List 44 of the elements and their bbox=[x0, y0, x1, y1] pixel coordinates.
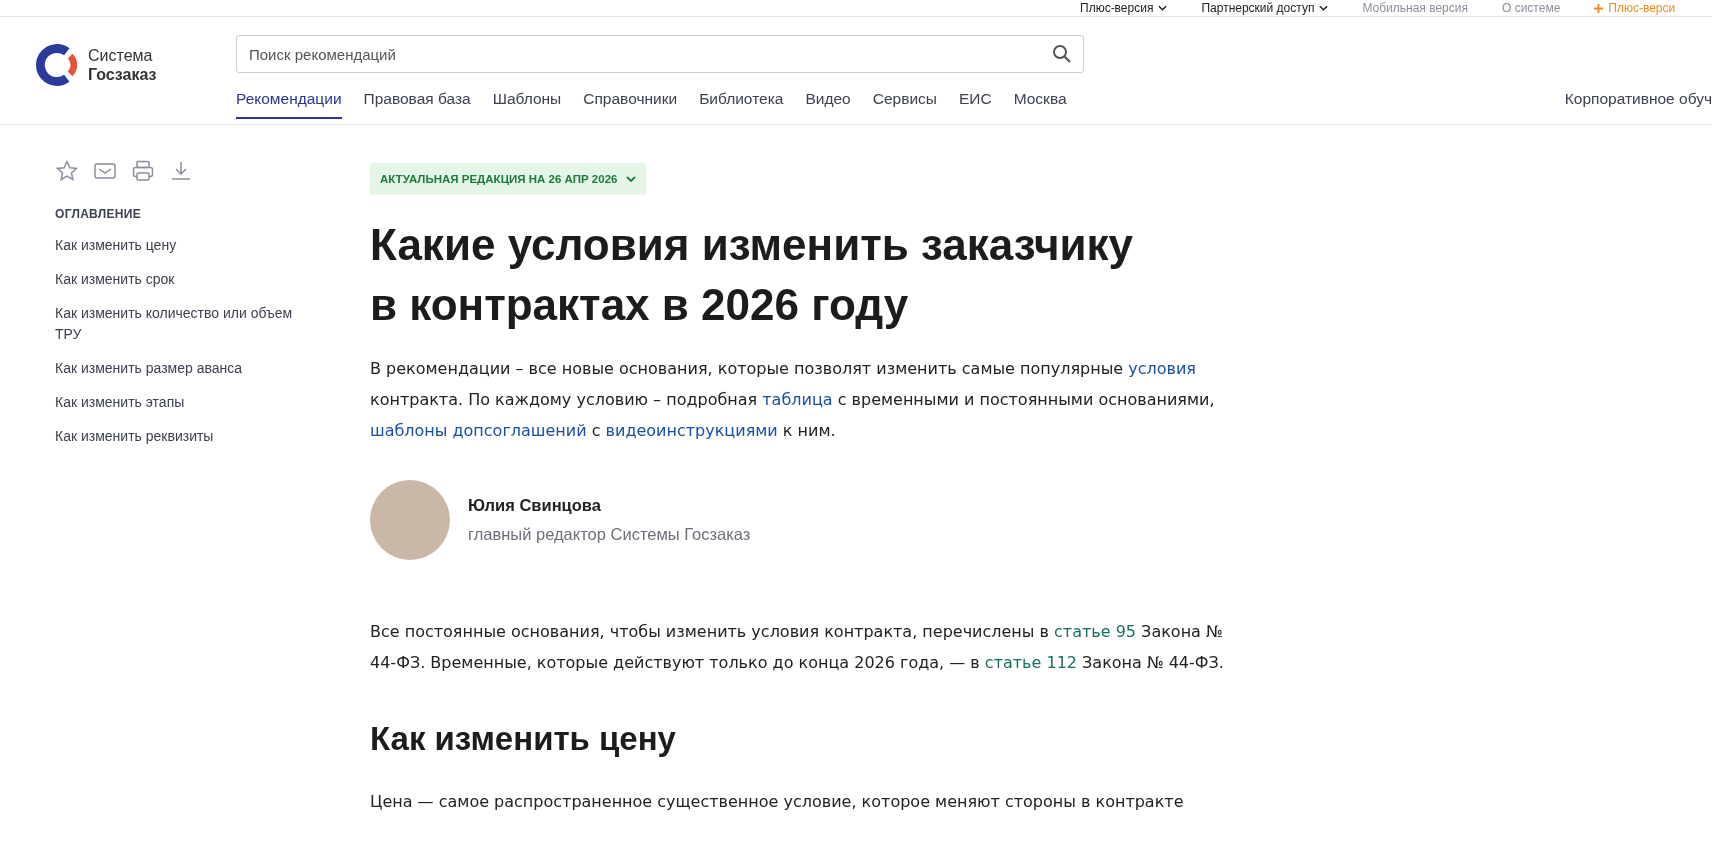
logo-icon bbox=[36, 43, 80, 87]
section-heading: Как изменить цену bbox=[370, 720, 677, 758]
nav-tab[interactable]: Рекомендации bbox=[236, 84, 342, 119]
law-paragraph: Все постоянные основания, чтобы изменить условия контракта, перечислены в статье 95 Закона № 44-ФЗ. Временные, которые действуют только до конца 2026 года, — в статье 112 Закона № 44-ФЗ. bbox=[370, 621, 1225, 674]
nav-tab[interactable]: Справочники bbox=[583, 84, 678, 119]
nav-link[interactable]: Корпоративное обуч bbox=[1564, 84, 1712, 119]
star-icon[interactable] bbox=[55, 159, 79, 183]
nav-tab[interactable]: Шаблоны bbox=[492, 84, 562, 119]
author-role: главный редактор Системы Госзаказ bbox=[468, 525, 751, 544]
edition-dropdown[interactable]: АКТУАЛЬНАЯ РЕДАКЦИЯ НА 26 АПР 2026 bbox=[370, 163, 647, 195]
caret-icon bbox=[626, 176, 637, 182]
caret-icon bbox=[1319, 5, 1329, 11]
download-icon[interactable] bbox=[169, 159, 193, 183]
text-link[interactable]: статье 112 bbox=[984, 653, 1077, 672]
search-field[interactable]: Поиск рекомендаций bbox=[236, 35, 1084, 73]
article-title: Какие условия изменить заказчику в контрактах в 2026 году bbox=[370, 219, 1135, 331]
top-link[interactable]: Плюс-версия bbox=[1080, 1, 1168, 15]
text-link[interactable]: шаблоны допсоглашений bbox=[370, 421, 587, 440]
toc-link[interactable]: Как изменить цену bbox=[55, 235, 315, 256]
nav-tab[interactable]: ЕИС bbox=[958, 84, 992, 119]
toc-link[interactable]: Как изменить этапы bbox=[55, 392, 315, 413]
nav-tab[interactable]: Москва bbox=[1013, 84, 1067, 119]
caret-icon bbox=[1158, 5, 1168, 11]
nav-tab[interactable]: Видео bbox=[805, 84, 851, 119]
text-link[interactable]: статье 95 bbox=[1054, 622, 1137, 641]
toc-link[interactable]: Как изменить реквизиты bbox=[55, 426, 315, 447]
nav-tab[interactable]: Библиотека bbox=[699, 84, 784, 119]
text-link[interactable]: таблица bbox=[762, 390, 833, 409]
print-icon[interactable] bbox=[131, 159, 155, 183]
plus-icon bbox=[1594, 3, 1604, 13]
author-name[interactable]: Юлия Свинцова bbox=[468, 496, 751, 515]
nav-tab[interactable]: Сервисы bbox=[872, 84, 937, 119]
logo[interactable]: Система Госзаказ bbox=[36, 35, 236, 95]
toc-link[interactable]: Как изменить количество или объем ТРУ bbox=[55, 303, 315, 345]
nav-tab[interactable]: Правовая база bbox=[363, 84, 471, 119]
toc-link[interactable]: Как изменить размер аванса bbox=[55, 358, 315, 379]
toc-heading: ОГЛАВЛЕНИЕ bbox=[55, 207, 142, 221]
top-link[interactable]: Партнерский доступ bbox=[1201, 1, 1329, 15]
text-link[interactable]: видеоинструкциями bbox=[605, 421, 778, 440]
toc-link[interactable]: Как изменить срок bbox=[55, 269, 315, 290]
search-icon[interactable] bbox=[1052, 44, 1072, 64]
text-link[interactable]: условия bbox=[1128, 359, 1196, 378]
section-paragraph: Цена — самое распространенное существенное условие, которое меняют стороны в контракте bbox=[370, 791, 1185, 813]
intro-paragraph: В рекомендации – все новые основания, которые позволят изменить самые популярные условия контракта. По каждому условию – подробная таблица с временными и постоянными основаниями, шаблоны допсоглашений с видеоинструкциями к ним. bbox=[370, 358, 1216, 442]
